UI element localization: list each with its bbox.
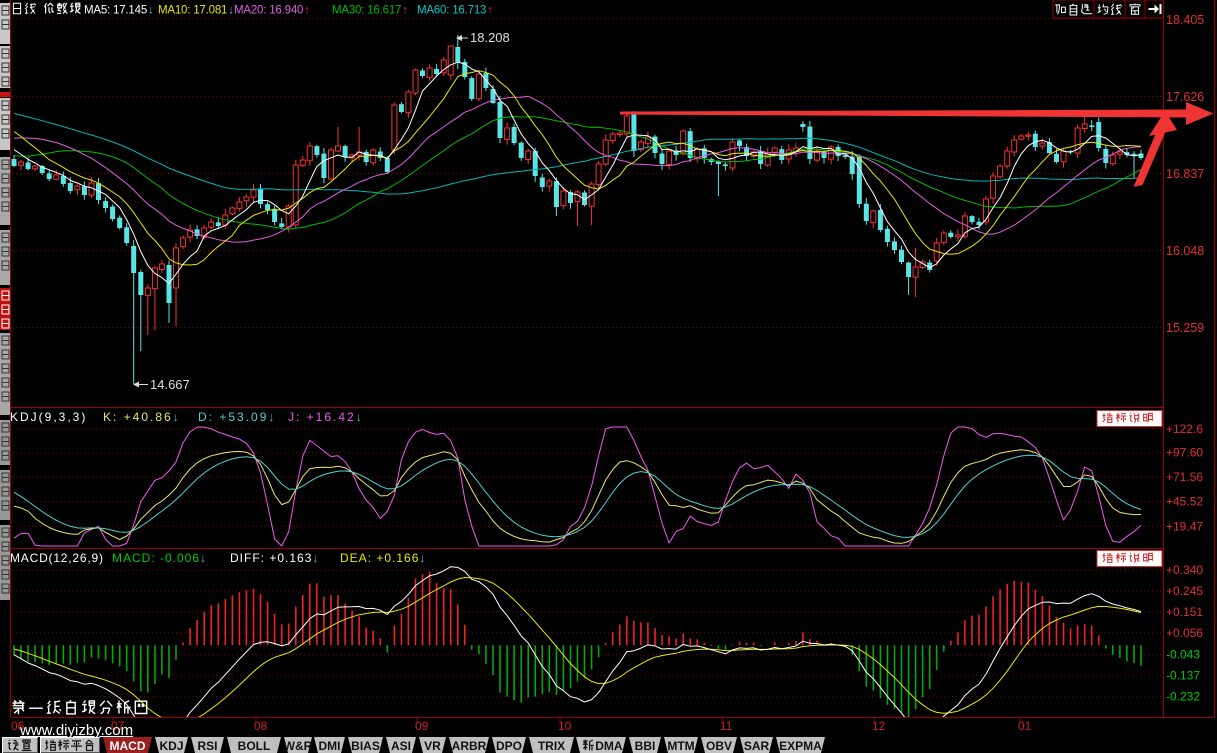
svg-text:18.208: 18.208: [470, 30, 510, 45]
svg-text:MACD: MACD: [110, 739, 146, 753]
svg-text:+122.6: +122.6: [1166, 422, 1203, 436]
svg-text:MA10: 17.081↓: MA10: 17.081↓: [158, 5, 234, 17]
svg-text:-0.137: -0.137: [1166, 668, 1200, 682]
svg-text:TRIX: TRIX: [538, 739, 565, 753]
svg-text:BIAS: BIAS: [351, 739, 380, 753]
svg-text:16.048: 16.048: [1166, 244, 1204, 258]
svg-text:-0.043: -0.043: [1166, 648, 1200, 662]
svg-text:KDJ(9,3,3): KDJ(9,3,3): [10, 410, 87, 424]
svg-text:MTM: MTM: [667, 739, 694, 753]
svg-text:14.667: 14.667: [150, 377, 190, 392]
svg-text:BBI: BBI: [635, 739, 656, 753]
svg-text:17.626: 17.626: [1166, 90, 1204, 104]
svg-text:K: +40.86↓: K: +40.86↓: [103, 410, 181, 424]
svg-text:J: +16.42↓: J: +16.42↓: [288, 410, 364, 424]
svg-text:DMI: DMI: [319, 739, 341, 753]
svg-text:VR: VR: [424, 739, 441, 753]
svg-text:MA20: 16.940↑: MA20: 16.940↑: [234, 5, 310, 17]
svg-text:BOLL: BOLL: [238, 739, 271, 753]
svg-text:KDJ: KDJ: [159, 739, 183, 753]
svg-text:+45.52: +45.52: [1166, 495, 1203, 509]
svg-text:DEA: +0.166↓: DEA: +0.166↓: [340, 551, 426, 565]
svg-text:OBV: OBV: [706, 739, 732, 753]
svg-text:ASI: ASI: [391, 739, 411, 753]
svg-text:EXPMA: EXPMA: [779, 739, 822, 753]
svg-text:MACD(12,26,9): MACD(12,26,9): [10, 551, 104, 565]
svg-text:DIFF: +0.163↓: DIFF: +0.163↓: [230, 551, 319, 565]
svg-text:D: +53.09↓: D: +53.09↓: [198, 410, 276, 424]
svg-text:MA5: 17.145↓: MA5: 17.145↓: [84, 5, 154, 17]
svg-text:SAR: SAR: [744, 739, 770, 753]
svg-text:DPO: DPO: [496, 739, 522, 753]
svg-text:+0.340: +0.340: [1166, 563, 1203, 577]
svg-text:16.837: 16.837: [1166, 167, 1204, 181]
svg-text:15.259: 15.259: [1166, 321, 1204, 335]
svg-text:+0.245: +0.245: [1166, 584, 1203, 598]
svg-text:W&R: W&R: [284, 739, 313, 753]
svg-text:MA30: 16.617↑: MA30: 16.617↑: [332, 5, 408, 17]
svg-text:DMA: DMA: [595, 739, 623, 753]
svg-text:+71.56: +71.56: [1166, 470, 1203, 484]
svg-text:+0.056: +0.056: [1166, 626, 1203, 640]
svg-text:MA60: 16.713↑: MA60: 16.713↑: [417, 5, 493, 17]
svg-text:ARBR: ARBR: [452, 739, 487, 753]
svg-text:MACD: -0.006↓: MACD: -0.006↓: [112, 551, 207, 565]
svg-text:RSI: RSI: [197, 739, 217, 753]
svg-text:+0.151: +0.151: [1166, 605, 1203, 619]
svg-text:+97.60: +97.60: [1166, 446, 1203, 460]
svg-text:18.405: 18.405: [1166, 13, 1204, 27]
svg-text:-0.232: -0.232: [1166, 689, 1200, 703]
svg-text:+19.47: +19.47: [1166, 519, 1203, 533]
svg-text:www.diyizby.com: www.diyizby.com: [19, 722, 133, 739]
